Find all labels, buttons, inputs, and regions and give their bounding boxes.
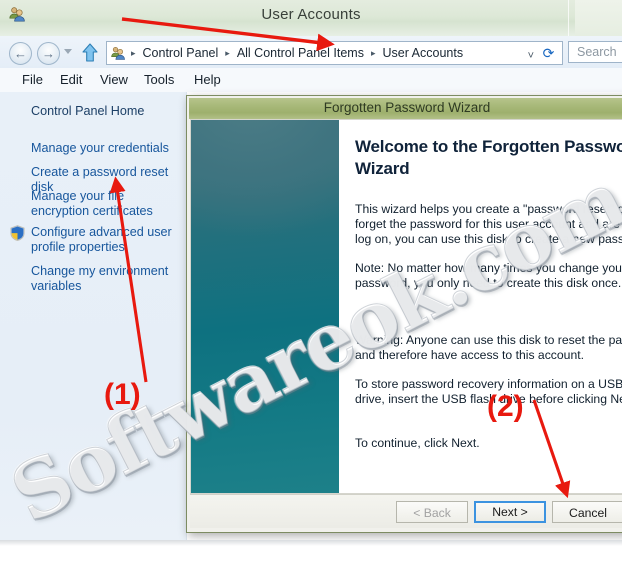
up-arrow-icon[interactable] <box>82 43 98 62</box>
wizard-side-graphic <box>191 120 339 493</box>
sidebar-item-configure-advanced-user-profile-properties[interactable]: Configure advanced user profile properti… <box>31 225 181 255</box>
explorer-window: User Accounts ← → ▸ Control Panel ▸ All … <box>0 0 622 540</box>
desktop-background-strip <box>0 540 622 568</box>
wizard-text-line: forget the password for this user accoun… <box>355 217 622 231</box>
wizard-text-line: This wizard helps you create a "password… <box>355 202 622 216</box>
window-drop-shadow <box>0 540 622 546</box>
task-pane-sidebar: Control Panel Home Manage your credentia… <box>0 92 187 540</box>
wizard-paragraph: Note: No matter how many times you chang… <box>355 261 622 291</box>
breadcrumb-separator: ▸ <box>370 47 376 58</box>
address-bar[interactable]: ▸ Control Panel ▸ All Control Panel Item… <box>106 41 563 65</box>
sidebar-item-manage-your-file-encryption-certificates[interactable]: Manage your file encryption certificates <box>31 189 181 219</box>
chevron-down-icon[interactable] <box>64 49 72 54</box>
window-title: User Accounts <box>261 6 361 23</box>
sidebar-item-manage-your-credentials[interactable]: Manage your credentials <box>31 141 181 156</box>
wizard-footer: < Back Next > Cancel <box>190 494 622 528</box>
back-button[interactable]: < Back <box>396 501 468 523</box>
wizard-text-line: drive, insert the USB flash drive before… <box>355 392 622 406</box>
wizard-text-line: log on, you can use this disk to create … <box>355 232 622 246</box>
wizard-paragraph: Warning: Anyone can use this disk to res… <box>355 333 622 363</box>
wizard-title-bar: Forgotten Password Wizard <box>189 98 622 119</box>
wizard-content: Welcome to the Forgotten Password Wizard… <box>339 120 622 493</box>
wizard-text-line: To store password recovery information o… <box>355 377 622 391</box>
menu-item-tools[interactable]: Tools <box>138 71 180 88</box>
sidebar-item-control-panel-home[interactable]: Control Panel Home <box>31 104 181 119</box>
forgotten-password-wizard-dialog: Forgotten Password Wizard Welcome to the… <box>186 95 622 533</box>
menu-item-file[interactable]: File <box>16 71 49 88</box>
wizard-text-line: Warning: Anyone can use this disk to res… <box>355 333 622 347</box>
next-button[interactable]: Next > <box>474 501 546 523</box>
breadcrumb-separator: ▸ <box>225 47 230 58</box>
search-placeholder: Search <box>577 45 617 59</box>
wizard-text-line: password, you only need to create this d… <box>355 276 622 290</box>
window-title-bar: User Accounts <box>0 0 622 37</box>
menu-item-help[interactable]: Help <box>188 71 227 88</box>
menu-item-edit[interactable]: Edit <box>54 71 88 88</box>
sidebar-item-change-my-environment-variables[interactable]: Change my environment variables <box>31 264 181 294</box>
content-area: Control Panel Home Manage your credentia… <box>0 92 622 540</box>
cancel-button[interactable]: Cancel <box>552 501 622 523</box>
wizard-text-line: To continue, click Next. <box>355 436 480 450</box>
search-input[interactable]: Search <box>568 41 622 63</box>
wizard-text-line: Note: No matter how many times you chang… <box>355 261 622 275</box>
menu-item-view[interactable]: View <box>94 71 134 88</box>
breadcrumb-all-control-panel-items[interactable]: All Control Panel Items <box>235 46 366 60</box>
wizard-heading: Welcome to the Forgotten Password Wizard <box>355 137 622 178</box>
wizard-title: Forgotten Password Wizard <box>323 100 491 115</box>
screenshot-root: User Accounts ← → ▸ Control Panel ▸ All … <box>0 0 622 568</box>
breadcrumb-control-panel[interactable]: Control Panel <box>141 46 221 60</box>
refresh-icon[interactable]: ⟳ <box>539 45 558 62</box>
chevron-down-icon[interactable]: ˅ <box>528 50 534 62</box>
wizard-paragraph: To store password recovery information o… <box>355 377 622 407</box>
wizard-body: Welcome to the Forgotten Password Wizard… <box>190 119 622 494</box>
breadcrumb-separator: ▸ <box>131 47 136 58</box>
forward-arrow-icon[interactable]: → <box>37 42 60 65</box>
back-arrow-icon[interactable]: ← <box>9 42 32 65</box>
navigation-bar: ← → ▸ Control Panel ▸ All Control Panel … <box>0 36 622 69</box>
breadcrumb-user-accounts[interactable]: User Accounts <box>380 46 465 60</box>
user-accounts-icon <box>110 45 126 61</box>
wizard-text-line: and therefore have access to this accoun… <box>355 348 584 362</box>
menu-bar: File Edit View Tools Help <box>0 68 622 93</box>
uac-shield-icon <box>10 225 25 242</box>
wizard-paragraph: To continue, click Next. <box>355 436 622 451</box>
wizard-paragraph: This wizard helps you create a "password… <box>355 202 622 247</box>
